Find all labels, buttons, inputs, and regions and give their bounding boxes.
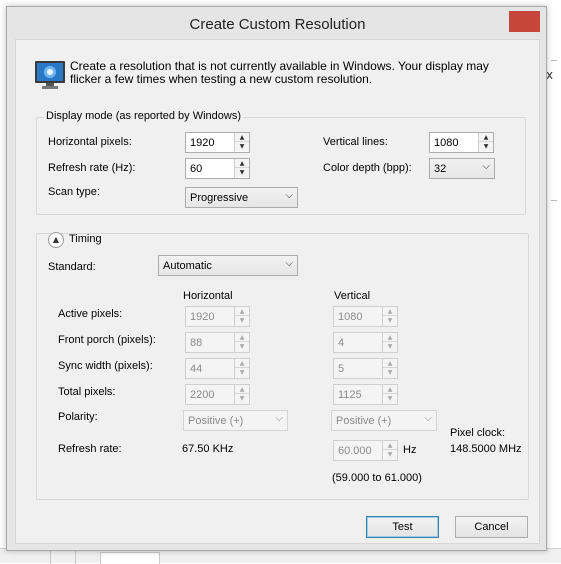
- polarity-h-value: Positive (+): [188, 415, 244, 427]
- refresh-unit-label: Hz: [403, 444, 417, 456]
- front-porch-v-spinner[interactable]: 4 ▲ ▼: [333, 332, 398, 353]
- spin-up-icon[interactable]: ▲: [235, 333, 249, 342]
- color-depth-select[interactable]: 32 ⌵: [429, 158, 495, 179]
- active-pixels-v-value: 1080: [338, 311, 363, 323]
- scan-type-select[interactable]: Progressive ⌵: [185, 187, 298, 208]
- spin-down-icon[interactable]: ▼: [235, 342, 249, 351]
- refresh-range-label: (59.000 to 61.000): [332, 472, 422, 484]
- spin-down-icon[interactable]: ▼: [235, 142, 249, 151]
- dialog-title: Create Custom Resolution: [189, 16, 366, 33]
- sync-width-v-spinner[interactable]: 5 ▲ ▼: [333, 358, 398, 379]
- polarity-h-select[interactable]: Positive (+) ⌵: [183, 410, 288, 431]
- spin-up-icon[interactable]: ▲: [235, 133, 249, 142]
- spin-up-icon[interactable]: ▲: [383, 333, 397, 342]
- polarity-label: Polarity:: [58, 411, 98, 423]
- background-tab: [100, 552, 160, 564]
- total-pixels-v-spinner[interactable]: 1125 ▲ ▼: [333, 384, 398, 405]
- spin-down-icon[interactable]: ▼: [383, 368, 397, 377]
- sync-width-label: Sync width (pixels):: [58, 360, 153, 372]
- spin-up-icon[interactable]: ▲: [383, 359, 397, 368]
- front-porch-h-spinner[interactable]: 88 ▲ ▼: [185, 332, 250, 353]
- front-porch-h-value: 88: [190, 337, 203, 349]
- standard-value: Automatic: [163, 260, 212, 272]
- background-divider: [551, 200, 557, 201]
- refresh-rate-label: Refresh rate (Hz):: [48, 162, 136, 174]
- active-pixels-v-spinner[interactable]: 1080 ▲ ▼: [333, 306, 398, 327]
- dialog-content: Create a resolution that is not currentl…: [15, 39, 540, 544]
- horizontal-pixels-value: 1920: [190, 137, 215, 149]
- total-pixels-h-value: 2200: [190, 389, 215, 401]
- background-partial-text: x: [546, 68, 554, 82]
- horizontal-refresh-value: 67.50 KHz: [182, 443, 234, 455]
- total-pixels-h-spinner[interactable]: 2200 ▲ ▼: [185, 384, 250, 405]
- active-pixels-h-value: 1920: [190, 311, 215, 323]
- chevron-down-icon: ⌵: [275, 413, 283, 424]
- horizontal-pixels-spinner[interactable]: 1920 ▲ ▼: [185, 132, 250, 153]
- polarity-v-value: Positive (+): [336, 415, 392, 427]
- color-depth-label: Color depth (bpp):: [323, 162, 412, 174]
- spin-up-icon[interactable]: ▲: [383, 385, 397, 394]
- close-button[interactable]: [509, 11, 540, 32]
- chevron-down-icon: ⌵: [424, 413, 432, 424]
- timing-refresh-rate-label: Refresh rate:: [58, 443, 122, 455]
- chevron-down-icon: ⌵: [482, 161, 490, 172]
- spin-up-icon[interactable]: ▲: [235, 385, 249, 394]
- vertical-refresh-value: 60.000: [338, 445, 372, 457]
- sync-width-h-spinner[interactable]: 44 ▲ ▼: [185, 358, 250, 379]
- spin-down-icon[interactable]: ▼: [383, 316, 397, 325]
- total-pixels-label: Total pixels:: [58, 386, 116, 398]
- spin-up-icon[interactable]: ▲: [383, 441, 397, 450]
- front-porch-label: Front porch (pixels):: [58, 334, 156, 346]
- spin-down-icon[interactable]: ▼: [235, 368, 249, 377]
- vertical-column-header: Vertical: [334, 290, 371, 302]
- cancel-button[interactable]: Cancel: [455, 516, 528, 538]
- background-separator: [50, 549, 51, 564]
- spin-down-icon[interactable]: ▼: [383, 342, 397, 351]
- background-separator: [75, 549, 76, 564]
- sync-width-h-value: 44: [190, 363, 203, 375]
- background-divider: [551, 60, 557, 61]
- pixel-clock-value: 148.5000 MHz: [450, 443, 522, 455]
- chevron-down-icon: ⌵: [285, 190, 293, 201]
- monitor-icon: [35, 61, 65, 89]
- vertical-lines-label: Vertical lines:: [323, 136, 388, 148]
- display-mode-group-label: Display mode (as reported by Windows): [44, 110, 244, 122]
- vertical-refresh-spinner[interactable]: 60.000 ▲ ▼: [333, 440, 398, 461]
- chevron-down-icon: ⌵: [285, 258, 293, 269]
- spin-up-icon[interactable]: ▲: [383, 307, 397, 316]
- polarity-v-select[interactable]: Positive (+) ⌵: [331, 410, 437, 431]
- spin-up-icon[interactable]: ▲: [235, 307, 249, 316]
- total-pixels-v-value: 1125: [338, 389, 362, 401]
- standard-select[interactable]: Automatic ⌵: [158, 255, 298, 276]
- timing-label: Timing: [69, 233, 102, 245]
- spin-down-icon[interactable]: ▼: [383, 394, 397, 403]
- active-pixels-h-spinner[interactable]: 1920 ▲ ▼: [185, 306, 250, 327]
- horizontal-pixels-label: Horizontal pixels:: [48, 136, 132, 148]
- spin-up-icon[interactable]: ▲: [235, 359, 249, 368]
- horizontal-column-header: Horizontal: [183, 290, 233, 302]
- test-button[interactable]: Test: [366, 516, 439, 538]
- spin-down-icon[interactable]: ▼: [383, 450, 397, 459]
- spin-down-icon[interactable]: ▼: [235, 168, 249, 177]
- scan-type-value: Progressive: [190, 192, 249, 204]
- front-porch-v-value: 4: [338, 337, 345, 349]
- spin-down-icon[interactable]: ▼: [479, 142, 493, 151]
- scan-type-label: Scan type:: [48, 186, 100, 198]
- collapse-timing-icon[interactable]: ▲: [48, 232, 64, 248]
- color-depth-value: 32: [434, 163, 447, 175]
- active-pixels-label: Active pixels:: [58, 308, 123, 320]
- spin-up-icon[interactable]: ▲: [479, 133, 493, 142]
- spin-down-icon[interactable]: ▼: [235, 316, 249, 325]
- spin-up-icon[interactable]: ▲: [235, 159, 249, 168]
- standard-label: Standard:: [48, 261, 96, 273]
- spin-down-icon[interactable]: ▼: [235, 394, 249, 403]
- vertical-lines-value: 1080: [434, 137, 459, 149]
- refresh-rate-value: 60: [190, 163, 203, 175]
- pixel-clock-label: Pixel clock:: [450, 427, 506, 439]
- vertical-lines-spinner[interactable]: 1080 ▲ ▼: [429, 132, 494, 153]
- create-custom-resolution-dialog: Create Custom Resolution Create a resolu…: [6, 6, 547, 551]
- refresh-rate-spinner[interactable]: 60 ▲ ▼: [185, 158, 250, 179]
- intro-text: Create a resolution that is not currentl…: [70, 59, 489, 86]
- sync-width-v-value: 5: [338, 363, 345, 375]
